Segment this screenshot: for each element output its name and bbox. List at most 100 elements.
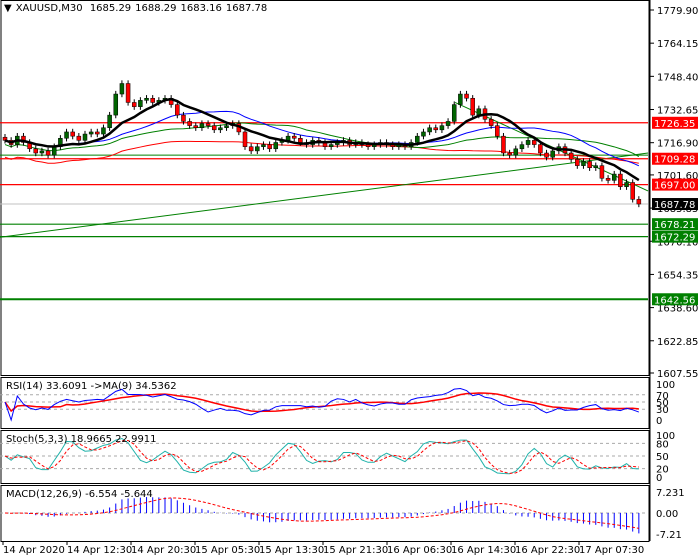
chart-canvas[interactable]: RSI(14) 33.6091 ->MA(9) 34.5362 Stoch(5,… bbox=[0, 0, 700, 560]
candle-body bbox=[433, 127, 439, 131]
candle-body bbox=[175, 104, 180, 116]
candle-body bbox=[495, 125, 500, 137]
stoch-d-line bbox=[4, 439, 639, 474]
candle-body bbox=[45, 150, 51, 156]
candle-body bbox=[531, 140, 537, 145]
candle-body bbox=[88, 131, 94, 135]
time-label: 15 Apr 05:30 bbox=[195, 545, 260, 556]
candle-body bbox=[150, 97, 155, 103]
candle-body bbox=[575, 159, 580, 166]
candle-body bbox=[605, 178, 611, 181]
candle-body bbox=[101, 127, 106, 135]
candle-body bbox=[624, 182, 629, 187]
level-label: 1678.21 bbox=[654, 220, 695, 231]
candle-body bbox=[451, 104, 457, 122]
candle-body bbox=[181, 114, 186, 122]
candle-body bbox=[113, 93, 119, 116]
candle-body bbox=[550, 150, 555, 158]
candle-body bbox=[415, 135, 420, 143]
candle-body bbox=[636, 199, 642, 205]
current-price-label: 1687.78 bbox=[654, 200, 695, 211]
candle-body bbox=[33, 148, 39, 154]
macd-signal-line bbox=[4, 497, 639, 529]
level-label: 1672.29 bbox=[654, 233, 695, 244]
time-label: 15 Apr 13:30 bbox=[259, 545, 324, 556]
candle-body bbox=[39, 150, 45, 154]
chart-window[interactable]: ▼ XAUUSD,M30 1685.29 1688.29 1683.16 1687.78… bbox=[0, 0, 700, 560]
candle-body bbox=[476, 108, 482, 116]
candle-body bbox=[95, 131, 100, 135]
chart-title: ▼ XAUUSD,M30 1685.29 1688.29 1683.16 1687.78 bbox=[4, 3, 272, 14]
macd-tick: 0.00 bbox=[656, 509, 678, 520]
candle-body bbox=[82, 133, 88, 141]
macd-tick: -7.21 bbox=[656, 530, 682, 541]
price-tick-label: 1779.90 bbox=[657, 6, 698, 17]
candle-body bbox=[218, 127, 223, 131]
candle-body bbox=[267, 144, 272, 150]
candle-body bbox=[470, 97, 475, 116]
rsi-tick: 100 bbox=[656, 380, 675, 391]
candle-body bbox=[568, 152, 574, 160]
candle-body bbox=[119, 83, 125, 95]
candle-body bbox=[248, 146, 254, 152]
open-value: 1685.29 bbox=[89, 3, 132, 14]
candle-body bbox=[439, 125, 445, 131]
candle-body bbox=[365, 144, 371, 147]
candle-body bbox=[593, 165, 599, 169]
price-tick-label: 1622.85 bbox=[657, 337, 698, 348]
level-label: 1697.00 bbox=[654, 181, 695, 192]
candle-body bbox=[513, 148, 519, 156]
candle-body bbox=[298, 138, 303, 143]
candle-body bbox=[618, 173, 623, 187]
candle-body bbox=[242, 131, 248, 147]
candle-body bbox=[255, 146, 260, 152]
candle-body bbox=[581, 161, 586, 166]
rsi-line bbox=[4, 387, 640, 422]
ma-fast-line bbox=[4, 97, 640, 182]
time-label: 16 Apr 14:30 bbox=[451, 545, 516, 556]
candle-body bbox=[51, 146, 57, 156]
stoch-tick: 0 bbox=[656, 473, 662, 484]
candle-body bbox=[464, 93, 469, 99]
candle-body bbox=[261, 144, 266, 147]
time-label: 14 Apr 20:30 bbox=[131, 545, 196, 556]
time-label: 16 Apr 22:30 bbox=[515, 545, 580, 556]
collapse-arrow-icon[interactable]: ▼ bbox=[4, 3, 12, 14]
candle-body bbox=[538, 144, 543, 154]
candle-body bbox=[291, 135, 297, 139]
candle-body bbox=[519, 144, 525, 150]
candle-body bbox=[199, 123, 205, 128]
candle-body bbox=[544, 152, 549, 158]
candle-body bbox=[211, 125, 217, 131]
candle-body bbox=[70, 131, 75, 137]
candle-body bbox=[630, 182, 635, 200]
candle-body bbox=[501, 135, 506, 154]
time-label: 15 Apr 21:30 bbox=[323, 545, 388, 556]
candle-body bbox=[131, 102, 137, 107]
candle-body bbox=[193, 125, 199, 128]
time-label: 14 Apr 2020 bbox=[3, 545, 65, 556]
stoch-tick: 50 bbox=[656, 452, 669, 463]
symbol-label: XAUUSD,M30 bbox=[15, 3, 83, 14]
price-tick-label: 1716.90 bbox=[657, 139, 698, 150]
candle-body bbox=[458, 93, 463, 105]
candle-body bbox=[64, 131, 69, 139]
candle-body bbox=[445, 121, 451, 126]
candle-body bbox=[187, 121, 192, 126]
rsi-ma-line bbox=[4, 392, 639, 413]
time-label: 16 Apr 06:30 bbox=[387, 545, 452, 556]
candle-body bbox=[328, 144, 334, 147]
low-value: 1683.16 bbox=[180, 3, 222, 14]
candle-body bbox=[525, 140, 531, 145]
candle-body bbox=[611, 173, 617, 181]
candle-body bbox=[507, 152, 512, 156]
level-label: 1726.35 bbox=[654, 119, 695, 130]
rsi-label: RSI(14) 33.6091 ->MA(9) 34.5362 bbox=[6, 381, 177, 392]
time-label: 14 Apr 12:30 bbox=[67, 545, 132, 556]
stoch-label: Stoch(5,3,3) 18.9665 22.9911 bbox=[6, 434, 157, 445]
candle-body bbox=[224, 125, 229, 128]
close-value: 1687.78 bbox=[225, 3, 268, 14]
candle-body bbox=[125, 83, 131, 103]
stoch-tick: 80 bbox=[656, 439, 669, 450]
level-label: 1642.56 bbox=[654, 295, 695, 306]
